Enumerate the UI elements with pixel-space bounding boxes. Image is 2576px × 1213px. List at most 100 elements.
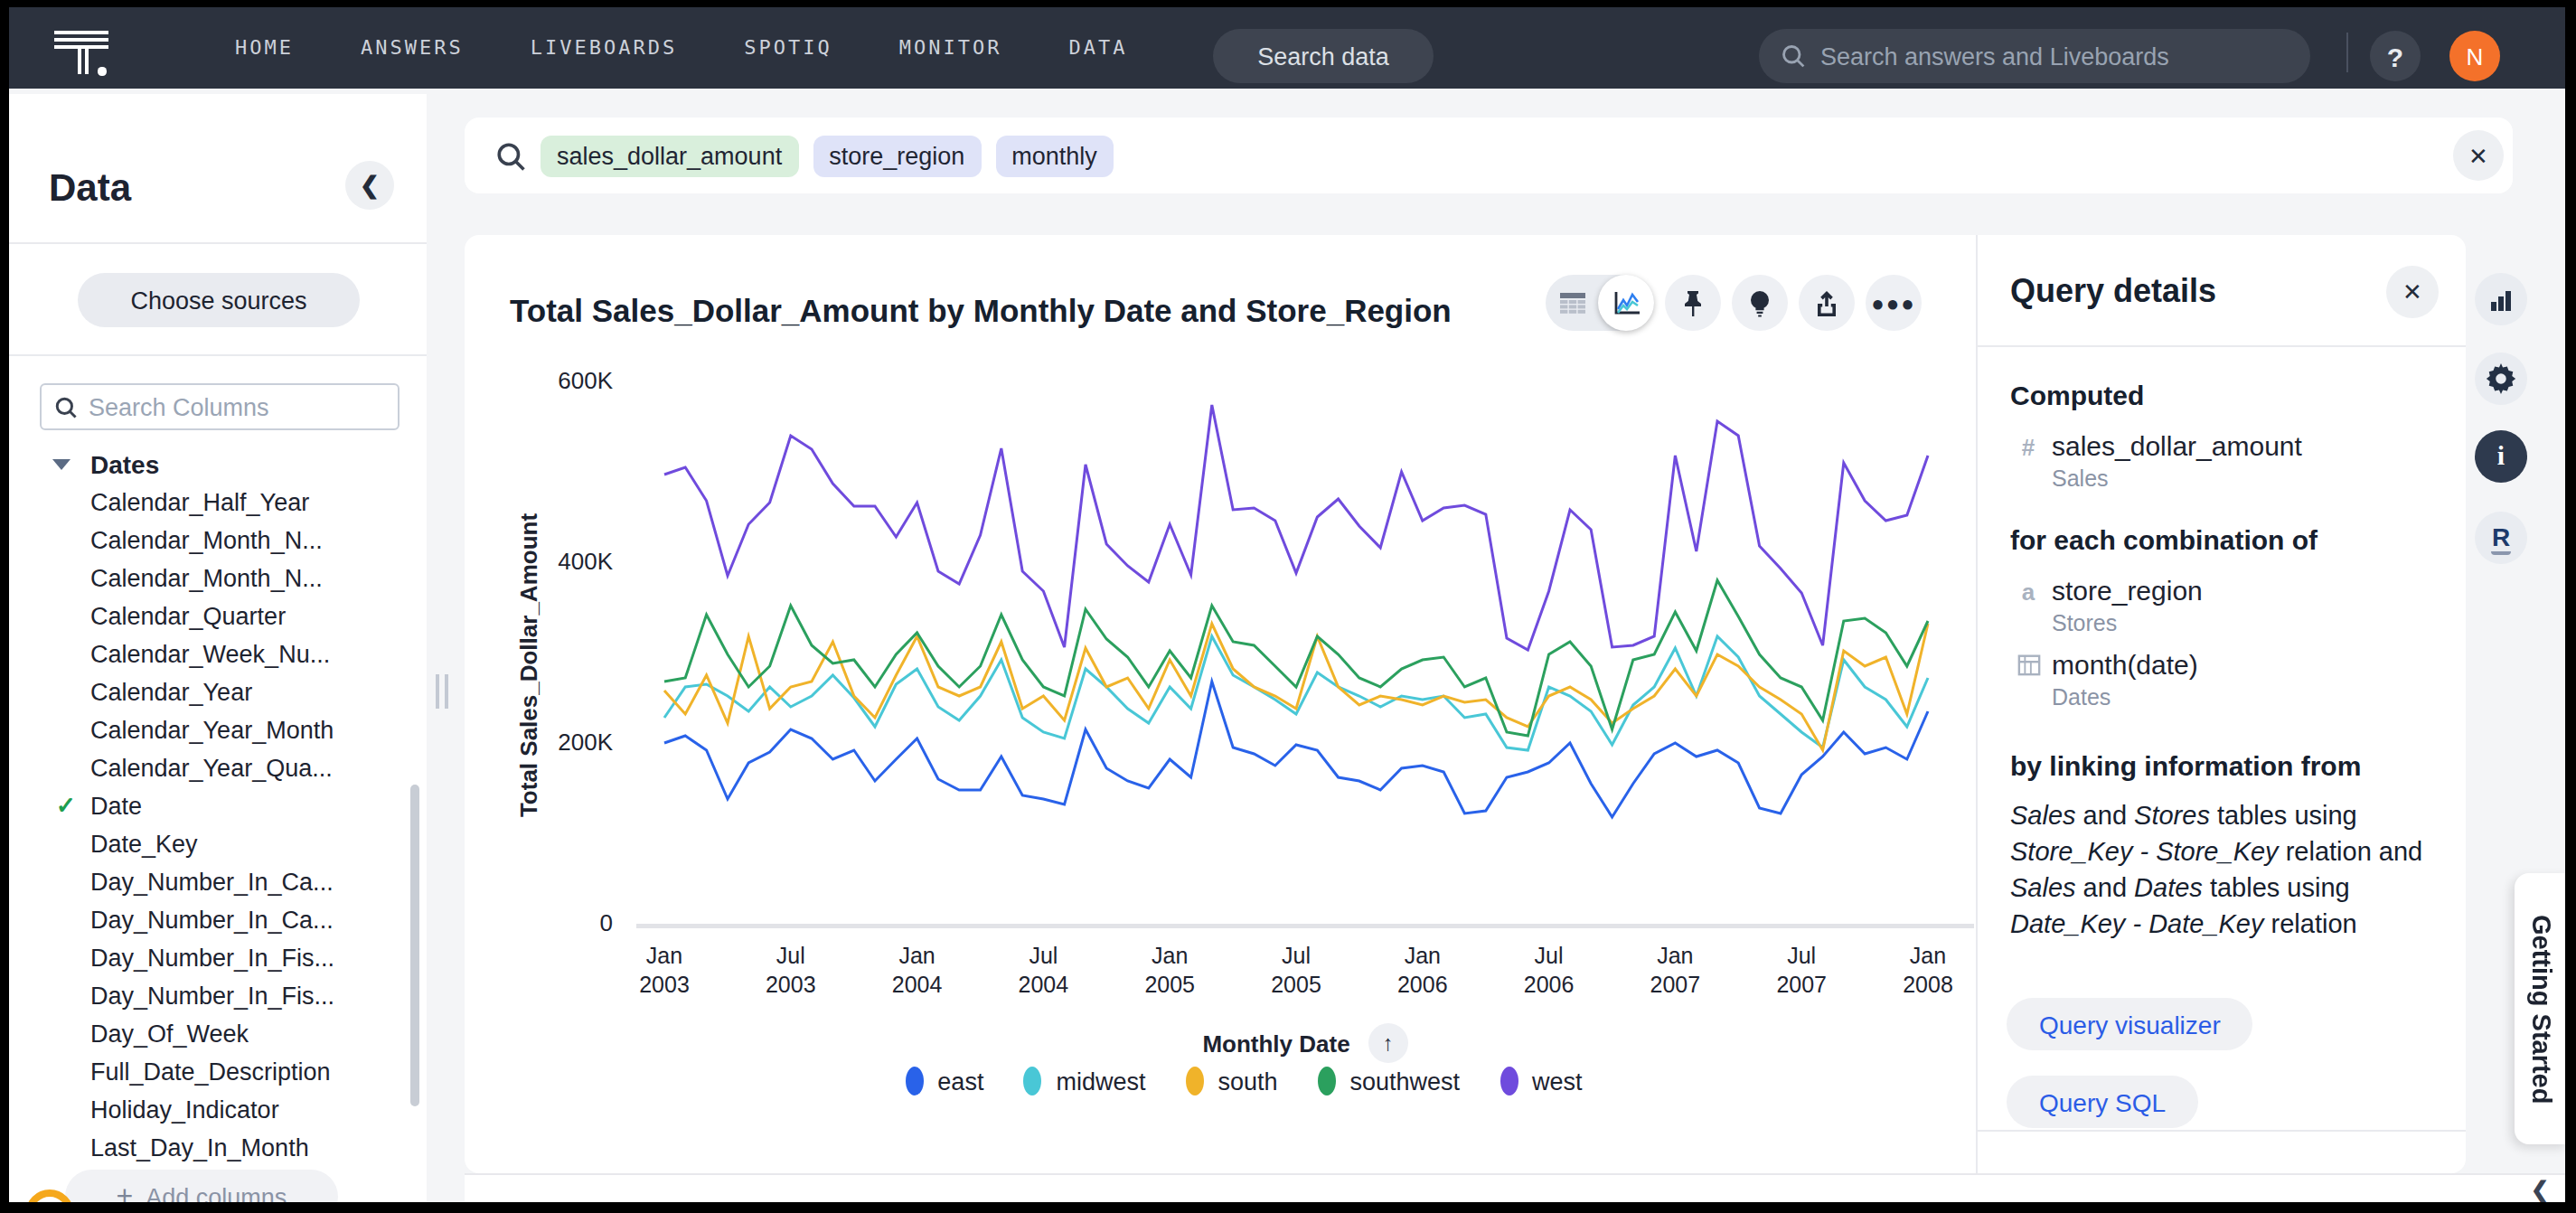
linking-heading: by linking information from bbox=[2010, 750, 2361, 781]
search-tokens: sales_dollar_amount store_region monthly bbox=[526, 135, 1114, 176]
tree-item[interactable]: Calendar_Year bbox=[9, 672, 416, 710]
gear-icon bbox=[2486, 363, 2516, 394]
legend-dot bbox=[1185, 1067, 1203, 1095]
collapse-panel-icon[interactable]: ❮ bbox=[2531, 1177, 2549, 1202]
computed-heading: Computed bbox=[2010, 380, 2144, 410]
nav-item-liveboards[interactable]: LIVEBOARDS bbox=[531, 36, 677, 60]
nav-menu: HOME ANSWERS LIVEBOARDS SPOTIQ MONITOR DATA bbox=[235, 7, 1127, 89]
avatar[interactable]: N bbox=[2449, 31, 2500, 81]
search-icon bbox=[495, 140, 526, 171]
tree-item[interactable]: Day_Number_In_Fis... bbox=[9, 976, 416, 1014]
combination-heading: for each combination of bbox=[2010, 524, 2317, 555]
tree-item[interactable]: Calendar_Week_Nu... bbox=[9, 635, 416, 672]
search-token[interactable]: sales_dollar_amount bbox=[541, 135, 798, 176]
tree-item[interactable]: Calendar_Month_N... bbox=[9, 559, 416, 597]
tree-item[interactable]: Calendar_Year_Month bbox=[9, 710, 416, 748]
help-button[interactable]: ? bbox=[2370, 31, 2421, 81]
search-columns-input[interactable]: Search Columns bbox=[40, 383, 400, 430]
lightbulb-icon bbox=[1746, 288, 1773, 317]
query-sql-button[interactable]: Query SQL bbox=[2007, 1076, 2198, 1128]
combination-field: month(date) bbox=[2052, 649, 2198, 680]
share-button[interactable] bbox=[1799, 275, 1855, 331]
nav-item-monitor[interactable]: MONITOR bbox=[899, 36, 1002, 60]
tree-item[interactable]: Day_Number_In_Ca... bbox=[9, 862, 416, 900]
nav-item-data[interactable]: DATA bbox=[1068, 36, 1127, 60]
x-tick: Jul2007 bbox=[1747, 942, 1856, 1000]
share-icon bbox=[1813, 288, 1840, 317]
nav-item-spotiq[interactable]: SPOTIQ bbox=[744, 36, 832, 60]
info-button[interactable]: i bbox=[2475, 430, 2527, 483]
x-tick: Jan2005 bbox=[1115, 942, 1224, 1000]
tree-group-dates[interactable]: Dates bbox=[9, 445, 416, 483]
close-query-details-icon[interactable]: ✕ bbox=[2386, 266, 2439, 318]
legend-item-west[interactable]: west bbox=[1500, 1067, 1583, 1095]
global-search-placeholder: Search answers and Liveboards bbox=[1820, 42, 2169, 70]
getting-started-tab[interactable]: Getting Started bbox=[2515, 873, 2569, 1144]
tree-item[interactable]: Calendar_Month_N... bbox=[9, 521, 416, 559]
legend-item-south[interactable]: south bbox=[1185, 1067, 1277, 1095]
tree-item[interactable]: Day_Of_Week bbox=[9, 1014, 416, 1052]
caret-down-icon bbox=[52, 459, 71, 470]
chart-config-button[interactable] bbox=[2475, 273, 2527, 325]
sort-button[interactable]: ↑ bbox=[1368, 1023, 1408, 1063]
chart-view-icon[interactable] bbox=[1598, 275, 1654, 331]
search-token[interactable]: store_region bbox=[813, 135, 981, 176]
series-west bbox=[664, 405, 1928, 650]
tree-item[interactable]: ✓Date bbox=[9, 786, 416, 824]
nav-item-home[interactable]: HOME bbox=[235, 36, 294, 60]
more-options-button[interactable]: ●●● bbox=[1866, 275, 1922, 331]
sidebar-collapse-button[interactable]: ❮ bbox=[345, 161, 394, 210]
query-visualizer-button[interactable]: Query visualizer bbox=[2007, 998, 2253, 1050]
attribute-icon: a bbox=[2014, 578, 2043, 606]
search-token[interactable]: monthly bbox=[995, 135, 1114, 176]
info-icon: i bbox=[2497, 441, 2505, 472]
x-tick: Jul2005 bbox=[1242, 942, 1350, 1000]
global-search-input[interactable]: Search answers and Liveboards bbox=[1759, 29, 2310, 83]
choose-sources-button[interactable]: Choose sources bbox=[78, 273, 360, 327]
table-chart-toggle[interactable] bbox=[1546, 275, 1654, 331]
query-details-panel: Query details ✕ Computed # sales_dollar_… bbox=[1976, 235, 2466, 1132]
pin-button[interactable] bbox=[1665, 275, 1721, 331]
tree-item[interactable]: Last_Day_In_Month bbox=[9, 1128, 416, 1166]
search-bar[interactable]: sales_dollar_amount store_region monthly ✕ bbox=[465, 118, 2513, 193]
legend-dot bbox=[1500, 1067, 1518, 1095]
tree-item[interactable]: Full_Date_Description bbox=[9, 1052, 416, 1090]
thoughtspot-logo-icon[interactable] bbox=[54, 22, 127, 80]
sidebar-resize-handle[interactable] bbox=[436, 674, 454, 709]
x-axis-title-row: Monthly Date ↑ bbox=[636, 1023, 1974, 1063]
chart-legend: east midwest south southwest west bbox=[575, 1067, 1913, 1095]
r-logo-icon: R bbox=[2492, 522, 2510, 554]
table-view-icon[interactable] bbox=[1546, 290, 1598, 315]
legend-item-southwest[interactable]: southwest bbox=[1318, 1067, 1461, 1095]
tree-item[interactable]: Day_Number_In_Fis... bbox=[9, 938, 416, 976]
combination-field: store_region bbox=[2052, 575, 2203, 606]
answer-title: Total Sales_Dollar_Amount by Monthly Dat… bbox=[510, 293, 1452, 331]
legend-dot bbox=[1318, 1067, 1336, 1095]
tree-item[interactable]: Date_Key bbox=[9, 824, 416, 862]
y-axis-ticks: 0200K400K600K bbox=[541, 235, 613, 1173]
check-icon: ✓ bbox=[56, 792, 76, 819]
legend-item-east[interactable]: east bbox=[905, 1067, 983, 1095]
tree-item[interactable]: Day_Number_In_Ca... bbox=[9, 900, 416, 938]
spotiq-button[interactable] bbox=[1732, 275, 1788, 331]
sidebar-scrollbar[interactable] bbox=[410, 785, 419, 1106]
tree-item[interactable]: Calendar_Quarter bbox=[9, 597, 416, 635]
tree-item[interactable]: Holiday_Indicator bbox=[9, 1090, 416, 1128]
search-icon bbox=[54, 395, 78, 418]
legend-item-midwest[interactable]: midwest bbox=[1023, 1067, 1145, 1095]
close-search-icon[interactable]: ✕ bbox=[2453, 130, 2504, 181]
tree-item[interactable]: Calendar_Year_Qua... bbox=[9, 748, 416, 786]
x-tick: Jan2003 bbox=[610, 942, 719, 1000]
settings-button[interactable] bbox=[2475, 353, 2527, 405]
nav-item-answers[interactable]: ANSWERS bbox=[361, 36, 464, 60]
x-tick: Jan2006 bbox=[1368, 942, 1477, 1000]
search-data-button[interactable]: Search data bbox=[1213, 29, 1434, 83]
nav-divider bbox=[2346, 33, 2348, 72]
line-chart[interactable] bbox=[636, 371, 1974, 949]
x-tick: Jan2008 bbox=[1874, 942, 1982, 1000]
tree-item[interactable]: Calendar_Half_Year bbox=[9, 483, 416, 521]
x-axis-title: Monthly Date bbox=[1202, 1030, 1349, 1057]
combination-source: Dates bbox=[2052, 685, 2111, 710]
x-tick: Jul2006 bbox=[1495, 942, 1603, 1000]
r-analysis-button[interactable]: R bbox=[2475, 512, 2527, 564]
